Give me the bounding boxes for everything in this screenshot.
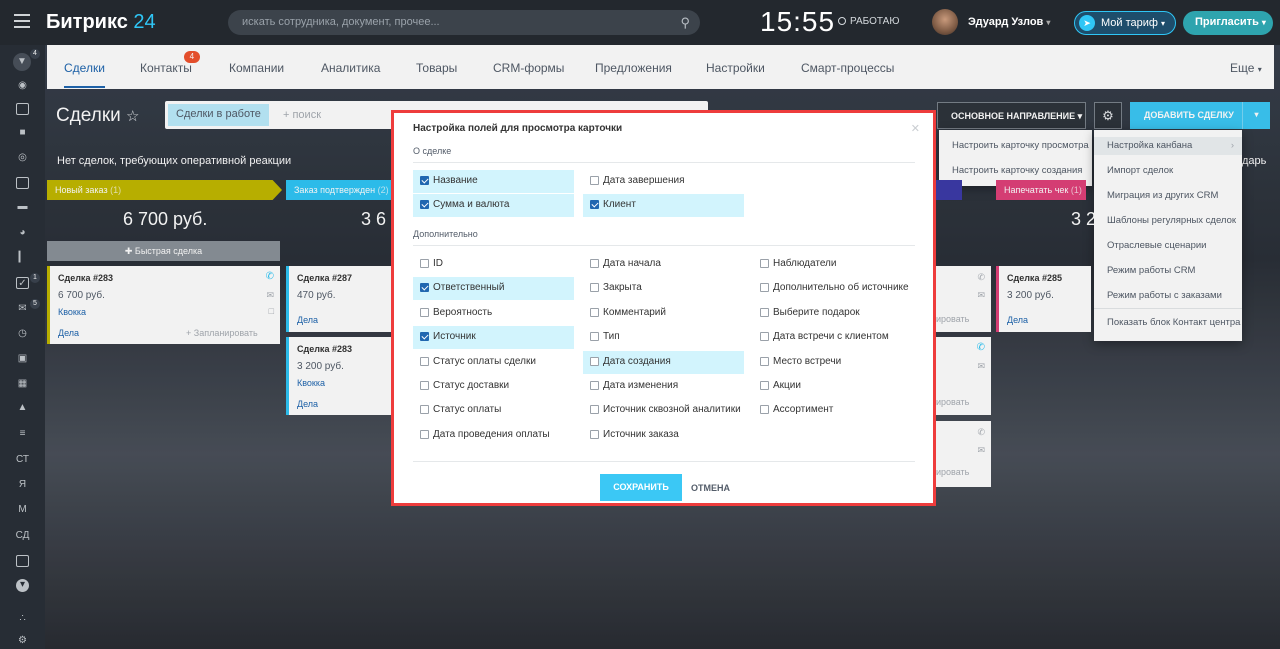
checkbox-icon[interactable] <box>590 200 599 209</box>
checkbox-icon[interactable] <box>760 381 769 390</box>
checkbox-icon[interactable] <box>420 405 429 415</box>
section-extra: Дополнительно <box>413 229 478 239</box>
cancel-button[interactable]: ОТМЕНА <box>691 483 730 493</box>
tariff-button[interactable]: ➤ Мой тариф ▾ <box>1074 11 1176 35</box>
rocket-icon: ➤ <box>1079 15 1095 31</box>
field-option[interactable]: Ассортимент <box>753 399 914 422</box>
logo[interactable]: Битрикс 24 <box>46 11 156 34</box>
card-fields-dialog: Настройка полей для просмотра карточки ✕… <box>391 110 936 506</box>
field-name[interactable]: Название <box>413 170 574 193</box>
field-option[interactable]: Вероятность <box>413 302 574 325</box>
field-option[interactable]: Место встречи <box>753 351 914 374</box>
checkbox-icon[interactable] <box>420 283 429 293</box>
field-option[interactable]: Статус оплаты сделки <box>413 351 574 374</box>
checkbox-icon[interactable] <box>590 283 599 293</box>
field-option[interactable]: Ответственный <box>413 277 574 301</box>
checkbox-icon[interactable] <box>590 381 599 390</box>
checkbox-icon[interactable] <box>590 259 599 268</box>
checkbox-icon[interactable] <box>420 356 429 366</box>
checkbox-icon[interactable] <box>760 356 769 366</box>
field-option[interactable]: Тип <box>583 326 744 349</box>
checkbox-icon[interactable] <box>420 176 429 185</box>
avatar[interactable] <box>932 9 958 35</box>
field-option[interactable]: Выберите подарок <box>753 302 914 325</box>
checkbox-icon[interactable] <box>760 307 769 317</box>
section-about: О сделке <box>413 146 452 156</box>
field-option[interactable]: Закрыта <box>583 277 744 300</box>
checkbox-icon[interactable] <box>420 307 429 317</box>
field-option[interactable]: Наблюдатели <box>753 253 914 276</box>
checkbox-icon[interactable] <box>590 307 599 317</box>
checkbox-icon[interactable] <box>760 405 769 415</box>
chevron-down-icon: ▾ <box>1046 18 1051 27</box>
field-option[interactable]: Источник <box>413 326 574 350</box>
checkbox-icon[interactable] <box>590 176 599 185</box>
chevron-down-icon: ▾ <box>1161 19 1166 28</box>
field-option[interactable]: Источник заказа <box>583 424 744 447</box>
user-name[interactable]: Эдуард Узлов ▾ <box>968 16 1050 28</box>
close-icon[interactable]: ✕ <box>911 122 920 135</box>
search-input[interactable]: искать сотрудника, документ, прочее... ⚲ <box>228 10 700 35</box>
divider <box>413 461 915 462</box>
checkbox-icon[interactable] <box>590 405 599 415</box>
save-button[interactable]: СОХРАНИТЬ <box>600 474 682 501</box>
menu-icon[interactable] <box>14 14 30 28</box>
field-option[interactable]: Дата проведения оплаты <box>413 424 574 447</box>
top-bar: Битрикс 24 искать сотрудника, документ, … <box>0 0 1280 45</box>
field-close-date[interactable]: Дата завершения <box>583 170 744 193</box>
field-option[interactable]: Акции <box>753 375 914 398</box>
checkbox-icon[interactable] <box>760 332 769 342</box>
dialog-title: Настройка полей для просмотра карточки <box>413 123 623 134</box>
field-option[interactable]: Источник сквозной аналитики <box>583 399 744 422</box>
checkbox-icon[interactable] <box>590 356 599 366</box>
checkbox-icon[interactable] <box>420 259 429 268</box>
field-option[interactable]: Дата начала <box>583 253 744 276</box>
field-option[interactable]: ID <box>413 253 574 276</box>
checkbox-icon[interactable] <box>420 381 429 390</box>
checkbox-icon[interactable] <box>420 332 429 342</box>
field-option[interactable]: Дополнительно об источнике <box>753 277 914 300</box>
invite-button[interactable]: Пригласить ▾ <box>1183 11 1273 35</box>
field-option[interactable]: Комментарий <box>583 302 744 325</box>
field-option[interactable]: Дата встречи с клиентом <box>753 326 914 349</box>
checkbox-icon[interactable] <box>420 200 429 209</box>
checkbox-icon[interactable] <box>590 332 599 342</box>
search-icon: ⚲ <box>680 15 690 30</box>
work-status[interactable]: РАБОТАЮ <box>838 16 899 27</box>
clock[interactable]: 15:55 <box>760 6 835 38</box>
checkbox-icon[interactable] <box>760 283 769 293</box>
field-option[interactable]: Статус оплаты <box>413 399 574 422</box>
checkbox-icon[interactable] <box>420 429 429 439</box>
checkbox-icon[interactable] <box>760 259 769 268</box>
field-amount[interactable]: Сумма и валюта <box>413 194 574 217</box>
field-option[interactable]: Статус доставки <box>413 375 574 398</box>
divider <box>413 162 915 163</box>
chevron-down-icon: ▾ <box>1261 18 1266 27</box>
checkbox-icon[interactable] <box>590 429 599 439</box>
field-option[interactable]: Дата изменения <box>583 375 744 398</box>
field-option[interactable]: Дата создания <box>583 350 744 374</box>
divider <box>413 245 915 246</box>
status-dot-icon <box>838 17 846 25</box>
field-client[interactable]: Клиент <box>583 194 744 217</box>
